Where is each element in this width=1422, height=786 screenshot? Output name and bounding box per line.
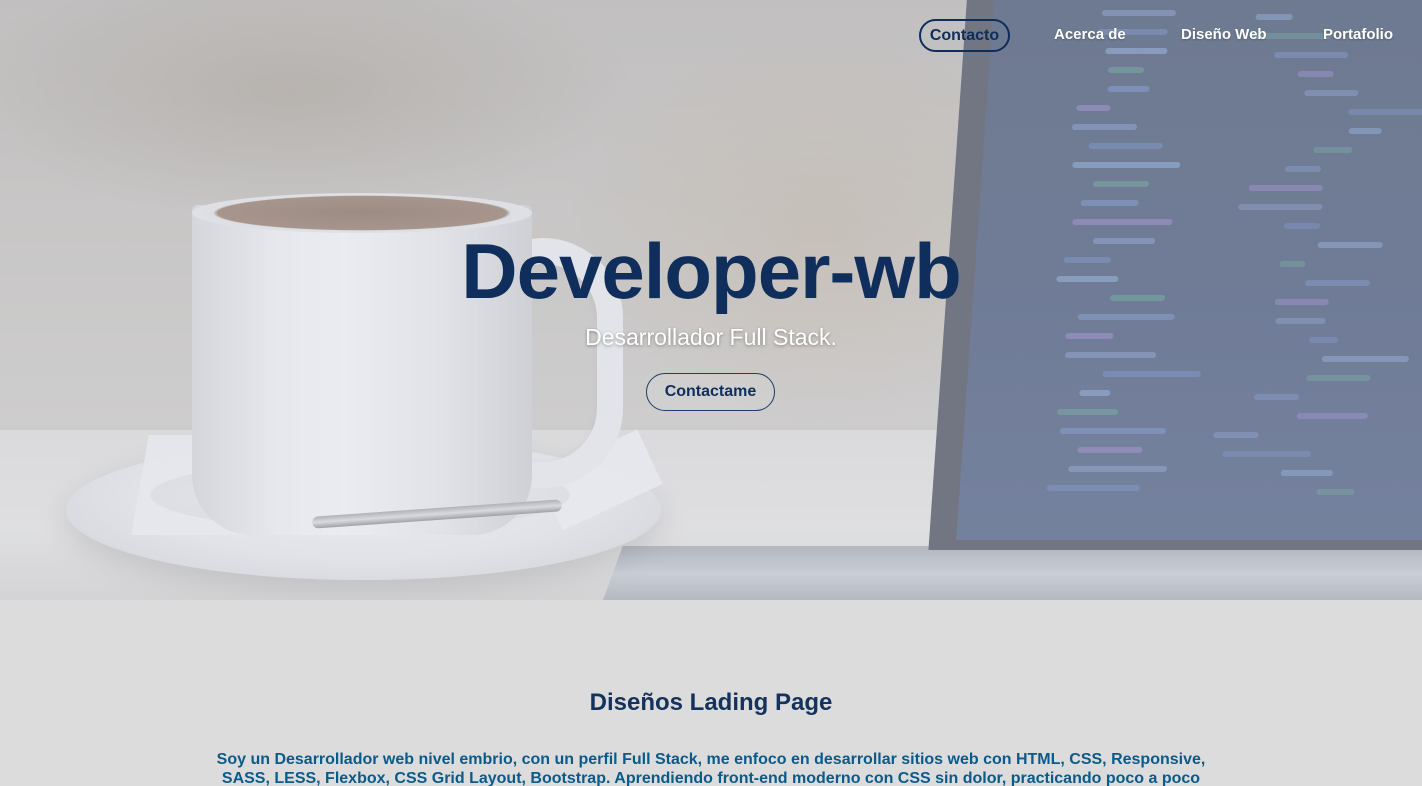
page: Contacto Acerca de Diseño Web Portafolio… bbox=[0, 0, 1422, 786]
section-title: Diseños Lading Page bbox=[589, 689, 833, 716]
nav-diseno-web-link[interactable]: Diseño Web bbox=[1181, 26, 1267, 43]
nav-acerca-link[interactable]: Acerca de bbox=[1054, 26, 1126, 43]
nav-portafolio-link[interactable]: Portafolio bbox=[1323, 26, 1393, 43]
about-section: Diseños Lading Page Soy un Desarrollador… bbox=[0, 600, 1422, 786]
hero-subtitle: Desarrollador Full Stack. bbox=[585, 324, 837, 350]
hero-title: Developer-wb bbox=[461, 227, 961, 315]
nav-contacto-link[interactable]: Contacto bbox=[919, 19, 1010, 52]
hero-section: Contacto Acerca de Diseño Web Portafolio… bbox=[0, 0, 1422, 600]
contactame-button[interactable]: Contactame bbox=[646, 373, 775, 411]
section-description: Soy un Desarrollador web nivel embrio, c… bbox=[216, 751, 1206, 786]
